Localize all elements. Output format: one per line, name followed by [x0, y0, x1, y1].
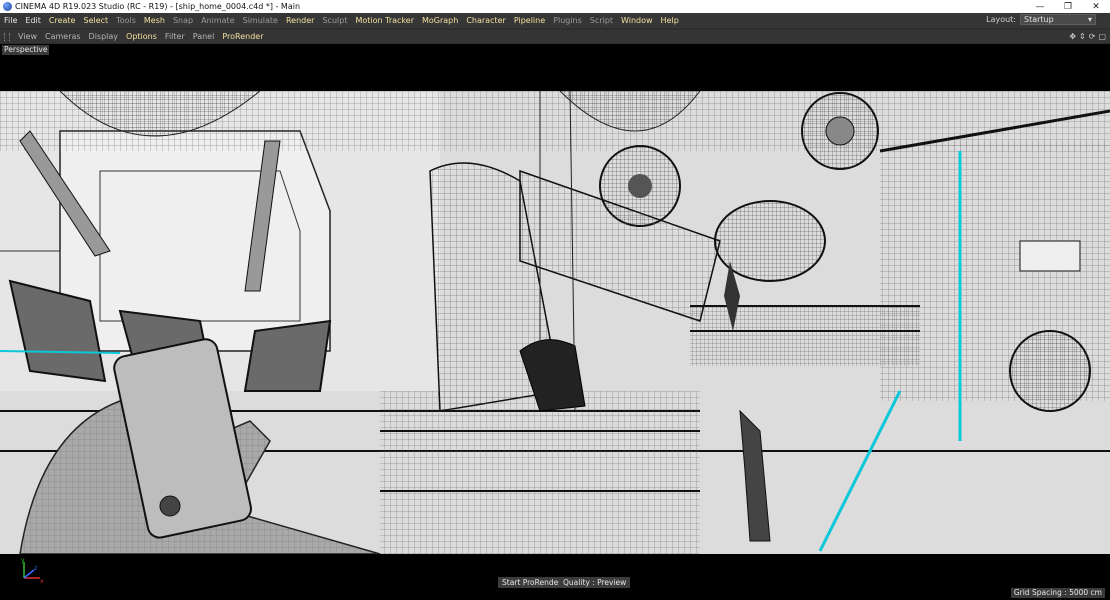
panel-grip-icon[interactable]	[4, 32, 10, 41]
menu-animate[interactable]: Animate	[197, 13, 239, 28]
axis-y-label: y	[21, 557, 25, 564]
menu-edit[interactable]: Edit	[21, 13, 45, 28]
zoom-icon[interactable]: ⇕	[1079, 32, 1086, 41]
menu-pipeline[interactable]: Pipeline	[510, 13, 549, 28]
menu-sculpt[interactable]: Sculpt	[318, 13, 351, 28]
vp-menu-options[interactable]: Options	[122, 30, 161, 43]
menu-snap[interactable]: Snap	[169, 13, 197, 28]
menu-script[interactable]: Script	[586, 13, 617, 28]
3d-viewport[interactable]: Perspective y x z Start ProRender Qualit…	[0, 44, 1110, 600]
grid-spacing-readout: Grid Spacing : 5000 cm	[1010, 588, 1105, 598]
cinema4d-app-icon	[3, 2, 12, 11]
menu-help[interactable]: Help	[657, 13, 683, 28]
vp-menu-view[interactable]: View	[14, 30, 41, 43]
menu-character[interactable]: Character	[462, 13, 510, 28]
vp-menu-prorender[interactable]: ProRender	[218, 30, 267, 43]
close-button[interactable]: ✕	[1082, 0, 1110, 13]
menu-motion-tracker[interactable]: Motion Tracker	[351, 13, 418, 28]
camera-label: Perspective	[2, 45, 50, 55]
start-prorender-button[interactable]: Start ProRender	[498, 577, 566, 588]
viewport-menubar: View Cameras Display Options Filter Pane…	[0, 30, 1110, 43]
quality-dropdown[interactable]: Quality : Preview	[559, 577, 631, 588]
menu-tools[interactable]: Tools	[112, 13, 140, 28]
window-controls: — ❐ ✕	[1026, 0, 1110, 13]
minimize-button[interactable]: —	[1026, 0, 1054, 13]
maximize-view-icon[interactable]: ▢	[1098, 32, 1106, 41]
scene-render[interactable]	[0, 91, 1110, 554]
menu-create[interactable]: Create	[45, 13, 80, 28]
world-axis-gizmo: y x z	[21, 557, 44, 585]
menu-file[interactable]: File	[0, 13, 21, 28]
vp-menu-display[interactable]: Display	[85, 30, 123, 43]
move-icon[interactable]: ✥	[1069, 32, 1076, 41]
menu-window[interactable]: Window	[617, 13, 657, 28]
menu-mograph[interactable]: MoGraph	[418, 13, 462, 28]
viewport-nav-icons: ✥ ⇕ ⟳ ▢	[1069, 30, 1106, 43]
menu-render[interactable]: Render	[282, 13, 318, 28]
window-titlebar: CINEMA 4D R19.023 Studio (RC - R19) - [s…	[0, 0, 1110, 13]
vp-menu-filter[interactable]: Filter	[161, 30, 189, 43]
layout-label: Layout:	[986, 15, 1016, 24]
axis-x-label: x	[40, 578, 44, 585]
menu-select[interactable]: Select	[79, 13, 112, 28]
maximize-button[interactable]: ❐	[1054, 0, 1082, 13]
layout-value: Startup	[1024, 15, 1054, 24]
window-title: CINEMA 4D R19.023 Studio (RC - R19) - [s…	[15, 2, 301, 11]
layout-dropdown[interactable]: Startup ▾	[1020, 14, 1096, 25]
axis-z-label: z	[34, 565, 37, 572]
main-menubar: File Edit Create Select Tools Mesh Snap …	[0, 13, 1110, 28]
menu-simulate[interactable]: Simulate	[239, 13, 282, 28]
rotate-icon[interactable]: ⟳	[1089, 32, 1096, 41]
vp-menu-cameras[interactable]: Cameras	[41, 30, 85, 43]
menu-plugins[interactable]: Plugins	[549, 13, 586, 28]
chevron-down-icon: ▾	[1087, 15, 1092, 24]
vp-menu-panel[interactable]: Panel	[189, 30, 219, 43]
layout-selector: Layout: Startup ▾	[986, 14, 1096, 25]
scene-wireframe-illustration	[0, 91, 1110, 554]
menu-mesh[interactable]: Mesh	[140, 13, 169, 28]
